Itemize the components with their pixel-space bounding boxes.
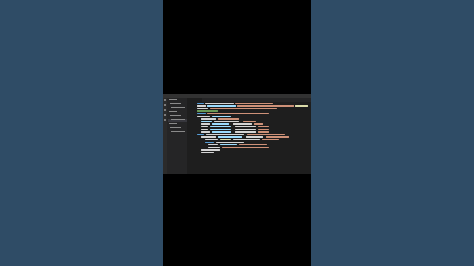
explorer-item-label xyxy=(169,111,177,113)
code-line xyxy=(187,151,311,154)
explorer-item-label xyxy=(169,123,177,125)
explorer-item[interactable] xyxy=(168,111,187,114)
explorer-item-label xyxy=(170,127,181,129)
extensions-icon[interactable] xyxy=(164,119,166,121)
explorer-item[interactable] xyxy=(168,127,187,130)
code-area[interactable] xyxy=(187,102,311,174)
explorer-item[interactable] xyxy=(168,115,187,118)
explorer-item-label xyxy=(170,103,181,105)
explorer-item[interactable] xyxy=(168,119,187,122)
explorer-item-label xyxy=(171,131,185,133)
explorer-item-label xyxy=(171,119,185,121)
code-editor-window xyxy=(163,94,311,174)
code-token xyxy=(200,151,214,154)
explorer-item-label xyxy=(171,107,185,109)
explorer-panel xyxy=(167,98,187,174)
search-icon[interactable] xyxy=(164,104,166,106)
run-debug-icon[interactable] xyxy=(164,114,166,116)
source-control-icon[interactable] xyxy=(164,109,166,111)
left-background-panel xyxy=(0,0,163,266)
explorer-item[interactable] xyxy=(168,131,187,134)
files-icon[interactable] xyxy=(164,99,166,101)
explorer-item[interactable] xyxy=(168,99,187,102)
right-background-panel xyxy=(311,0,474,266)
explorer-item[interactable] xyxy=(168,107,187,110)
explorer-item[interactable] xyxy=(168,103,187,106)
explorer-item[interactable] xyxy=(168,123,187,126)
explorer-item-label xyxy=(169,99,177,101)
explorer-item-label xyxy=(170,115,181,117)
